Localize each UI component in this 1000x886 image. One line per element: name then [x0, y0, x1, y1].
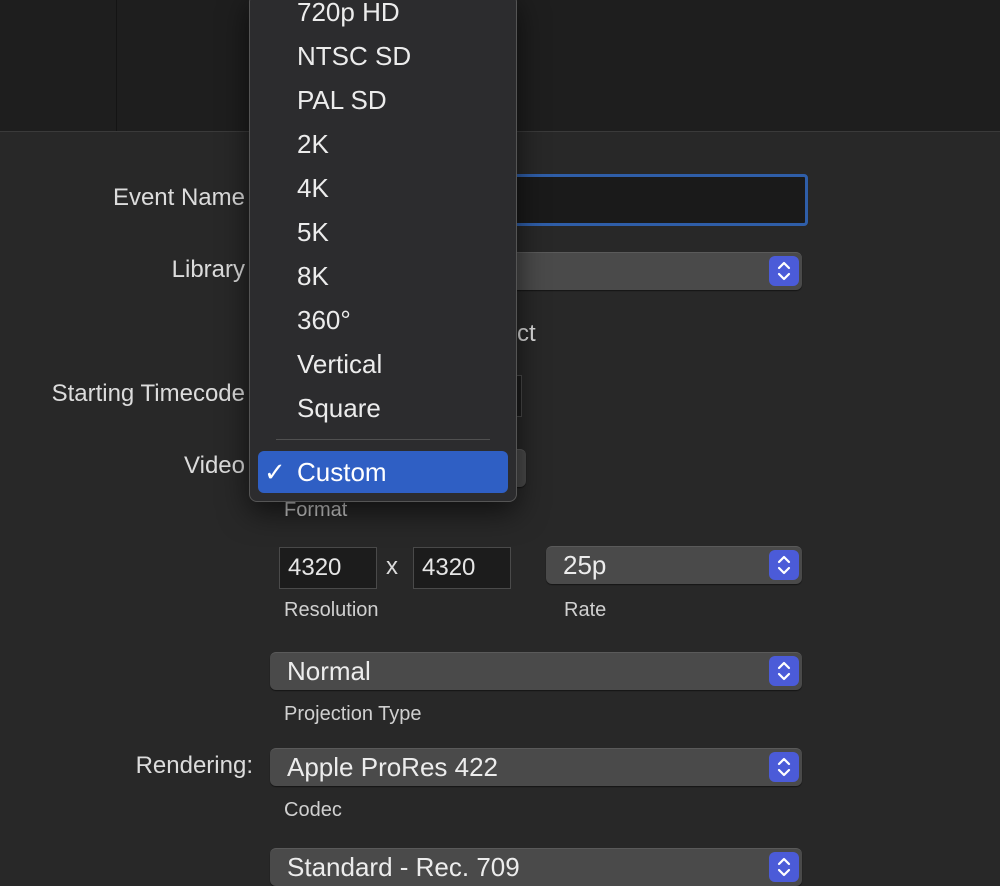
resolution-sublabel: Resolution — [284, 599, 379, 621]
menu-item-vertical[interactable]: Vertical — [258, 343, 508, 385]
chevron-up-down-icon — [769, 656, 799, 686]
resolution-separator: x — [386, 553, 398, 580]
projection-type-sublabel: Projection Type — [284, 703, 422, 725]
codec-value: Apple ProRes 422 — [287, 752, 499, 782]
rate-popup[interactable]: 25p — [546, 546, 802, 584]
menu-item-pal-sd[interactable]: PAL SD — [258, 79, 508, 121]
rate-sublabel: Rate — [564, 599, 607, 621]
menu-separator — [276, 439, 490, 440]
menu-item-720p-hd[interactable]: 720p HD — [258, 0, 508, 33]
color-space-popup[interactable]: Standard - Rec. 709 — [270, 848, 802, 886]
library-popup[interactable] — [500, 252, 802, 290]
chevron-up-down-icon — [769, 550, 799, 580]
codec-popup[interactable]: Apple ProRes 422 — [270, 748, 802, 786]
chevron-up-down-icon — [769, 256, 799, 286]
event-name-label: Event Name — [112, 184, 245, 211]
video-label: Video — [184, 452, 245, 479]
menu-item-custom[interactable]: ✓ Custom — [258, 451, 508, 493]
starting-timecode-label: Starting Timecode — [51, 380, 245, 407]
menu-item-square[interactable]: Square — [258, 387, 508, 429]
project-checkbox-label-fragment: ct — [517, 320, 536, 347]
event-name-field[interactable] — [500, 174, 808, 226]
menu-item-2k[interactable]: 2K — [258, 123, 508, 165]
menu-item-5k[interactable]: 5K — [258, 211, 508, 253]
library-label: Library — [171, 256, 245, 283]
rendering-label: Rendering: — [135, 752, 253, 779]
resolution-width-field[interactable]: 4320 — [279, 547, 377, 589]
video-format-menu: 720p HD NTSC SD PAL SD 2K 4K 5K 8K 360° … — [249, 0, 517, 502]
checkmark-icon: ✓ — [264, 457, 286, 487]
menu-item-custom-label: Custom — [297, 457, 387, 487]
projection-value: Normal — [287, 656, 371, 686]
menu-item-360[interactable]: 360° — [258, 299, 508, 341]
resolution-height-field[interactable]: 4320 — [413, 547, 511, 589]
panel-divider — [116, 0, 117, 131]
codec-sublabel: Codec — [284, 799, 342, 821]
rate-value: 25p — [563, 550, 607, 580]
color-space-value: Standard - Rec. 709 — [287, 852, 520, 882]
chevron-up-down-icon — [769, 752, 799, 782]
menu-item-ntsc-sd[interactable]: NTSC SD — [258, 35, 508, 77]
chevron-up-down-icon — [769, 852, 799, 882]
menu-item-8k[interactable]: 8K — [258, 255, 508, 297]
projection-type-popup[interactable]: Normal — [270, 652, 802, 690]
menu-item-4k[interactable]: 4K — [258, 167, 508, 209]
format-sublabel: Format — [284, 499, 348, 521]
